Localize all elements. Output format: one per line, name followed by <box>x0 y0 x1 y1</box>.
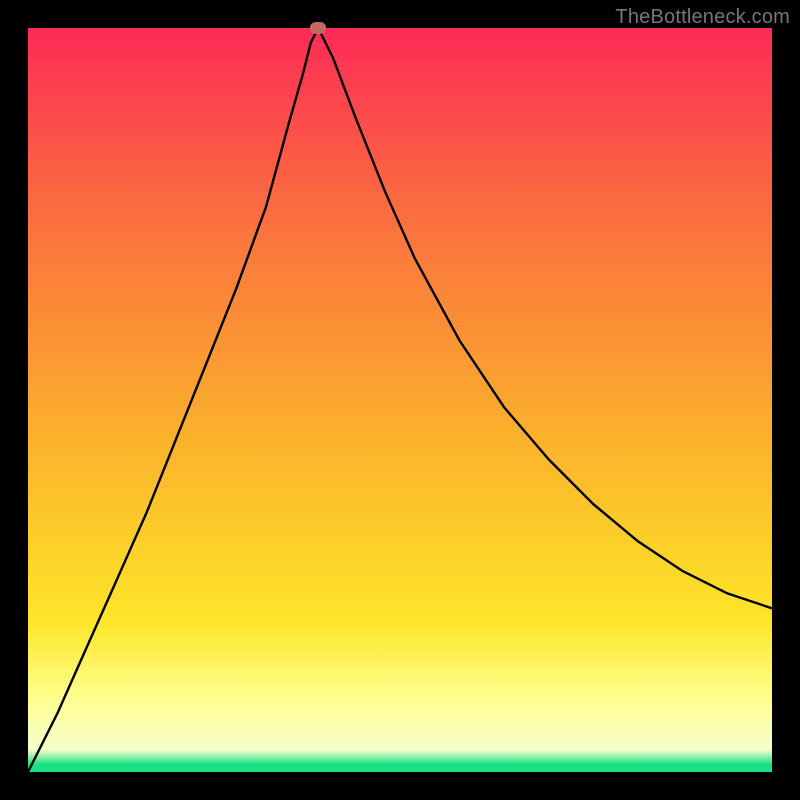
curve-path <box>28 28 772 772</box>
minimum-marker <box>310 22 326 34</box>
plot-area <box>28 28 772 772</box>
watermark-text: TheBottleneck.com <box>615 6 790 29</box>
bottleneck-curve <box>28 28 772 772</box>
chart-container: TheBottleneck.com <box>0 0 800 800</box>
